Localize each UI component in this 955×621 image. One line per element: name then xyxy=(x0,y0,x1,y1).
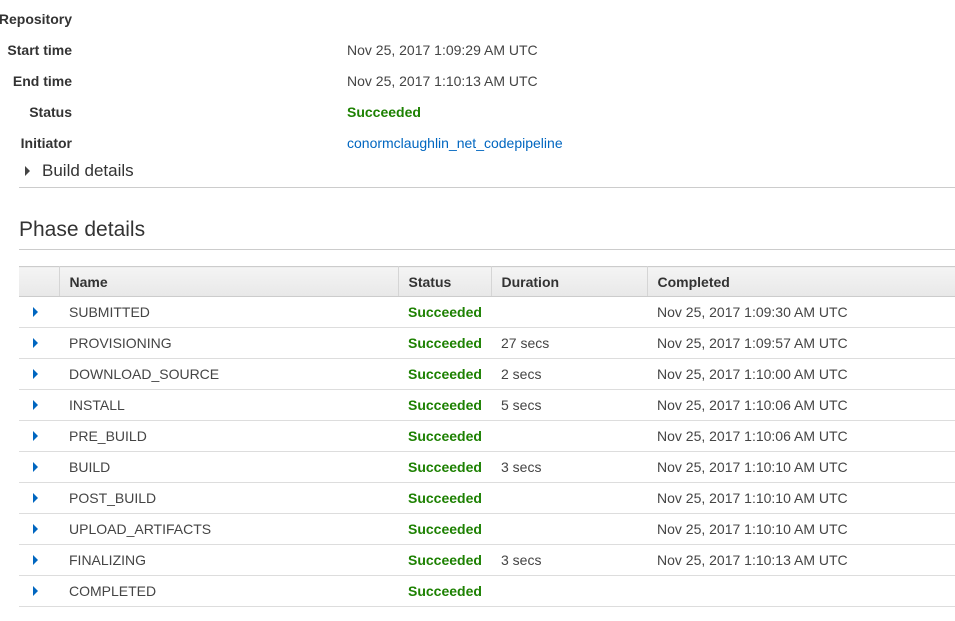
phase-name: PRE_BUILD xyxy=(59,420,398,452)
phase-duration: 3 secs xyxy=(491,451,647,483)
caret-right-icon xyxy=(32,431,38,441)
expand-row-button[interactable] xyxy=(19,544,59,576)
phase-name: FINALIZING xyxy=(59,544,398,576)
phase-name: POST_BUILD xyxy=(59,482,398,514)
phase-completed: Nov 25, 2017 1:10:10 AM UTC xyxy=(647,482,955,514)
status-value: Succeeded xyxy=(347,104,421,120)
name-column-header[interactable]: Name xyxy=(59,266,399,297)
phase-completed: Nov 25, 2017 1:10:00 AM UTC xyxy=(647,358,955,390)
status-row: Status Succeeded xyxy=(0,97,700,128)
phase-details-table: Name Status Duration Completed SUBMITTED… xyxy=(19,266,955,607)
expand-row-button[interactable] xyxy=(19,420,59,452)
expand-row-button[interactable] xyxy=(19,451,59,483)
initiator-row: Initiator conormclaughlin_net_codepipeli… xyxy=(0,128,700,159)
table-row: BUILD Succeeded 3 secs Nov 25, 2017 1:10… xyxy=(19,451,955,483)
phase-status: Succeeded xyxy=(398,451,491,483)
expand-row-button[interactable] xyxy=(19,327,59,359)
caret-right-icon xyxy=(32,586,38,596)
end-time-value: Nov 25, 2017 1:10:13 AM UTC xyxy=(347,73,538,89)
phase-name: SUBMITTED xyxy=(59,296,398,328)
end-time-label: End time xyxy=(12,73,72,89)
phase-duration xyxy=(491,420,647,452)
caret-right-icon xyxy=(32,493,38,503)
expand-row-button[interactable] xyxy=(19,513,59,545)
phase-name: UPLOAD_ARTIFACTS xyxy=(59,513,398,545)
table-row: DOWNLOAD_SOURCE Succeeded 2 secs Nov 25,… xyxy=(19,358,955,390)
table-row: SUBMITTED Succeeded Nov 25, 2017 1:09:30… xyxy=(19,296,955,328)
phase-status: Succeeded xyxy=(398,389,491,421)
end-time-row: End time Nov 25, 2017 1:10:13 AM UTC xyxy=(0,66,700,97)
phase-duration xyxy=(491,296,647,328)
expand-row-button[interactable] xyxy=(19,575,59,607)
divider xyxy=(19,249,955,250)
table-row: INSTALL Succeeded 5 secs Nov 25, 2017 1:… xyxy=(19,389,955,421)
phase-name: INSTALL xyxy=(59,389,398,421)
phase-status: Succeeded xyxy=(398,420,491,452)
caret-right-icon xyxy=(32,555,38,565)
caret-right-icon xyxy=(32,338,38,348)
phase-completed: Nov 25, 2017 1:09:57 AM UTC xyxy=(647,327,955,359)
phase-duration xyxy=(491,575,647,607)
phase-status: Succeeded xyxy=(398,482,491,514)
start-time-row: Start time Nov 25, 2017 1:09:29 AM UTC xyxy=(0,35,700,66)
status-column-header[interactable]: Status xyxy=(398,266,492,297)
phase-details-title: Phase details xyxy=(19,218,146,241)
caret-right-icon xyxy=(32,369,38,379)
phase-completed: Nov 25, 2017 1:10:13 AM UTC xyxy=(647,544,955,576)
phase-duration: 27 secs xyxy=(491,327,647,359)
table-row: FINALIZING Succeeded 3 secs Nov 25, 2017… xyxy=(19,544,955,576)
caret-right-icon xyxy=(32,462,38,472)
phase-name: BUILD xyxy=(59,451,398,483)
table-row: UPLOAD_ARTIFACTS Succeeded Nov 25, 2017 … xyxy=(19,513,955,545)
start-time-label: Start time xyxy=(7,42,72,58)
expand-row-button[interactable] xyxy=(19,358,59,390)
phase-completed: Nov 25, 2017 1:10:06 AM UTC xyxy=(647,420,955,452)
phase-completed: Nov 25, 2017 1:10:10 AM UTC xyxy=(647,513,955,545)
build-details-label: Build details xyxy=(42,161,134,180)
start-time-value: Nov 25, 2017 1:09:29 AM UTC xyxy=(347,42,538,58)
initiator-label: Initiator xyxy=(20,135,72,151)
duration-column-header[interactable]: Duration xyxy=(491,266,648,297)
phase-name: DOWNLOAD_SOURCE xyxy=(59,358,398,390)
phase-name: PROVISIONING xyxy=(59,327,398,359)
caret-right-icon xyxy=(32,400,38,410)
phase-status: Succeeded xyxy=(398,575,491,607)
phase-duration xyxy=(491,482,647,514)
table-row: COMPLETED Succeeded xyxy=(19,575,955,607)
expand-row-button[interactable] xyxy=(19,389,59,421)
phase-name: COMPLETED xyxy=(59,575,398,607)
completed-column-header[interactable]: Completed xyxy=(647,266,955,297)
expand-row-button[interactable] xyxy=(19,296,59,328)
phase-status: Succeeded xyxy=(398,544,491,576)
initiator-link[interactable]: conormclaughlin_net_codepipeline xyxy=(347,128,563,159)
table-row: PRE_BUILD Succeeded Nov 25, 2017 1:10:06… xyxy=(19,420,955,452)
phase-duration: 5 secs xyxy=(491,389,647,421)
build-details-toggle[interactable]: Build details xyxy=(19,156,955,188)
phase-status: Succeeded xyxy=(398,513,491,545)
phase-duration: 3 secs xyxy=(491,544,647,576)
phase-status: Succeeded xyxy=(398,358,491,390)
caret-right-icon xyxy=(32,307,38,317)
status-label: Status xyxy=(29,104,72,120)
table-row: PROVISIONING Succeeded 27 secs Nov 25, 2… xyxy=(19,327,955,359)
phase-completed: Nov 25, 2017 1:09:30 AM UTC xyxy=(647,296,955,328)
phase-status: Succeeded xyxy=(398,296,491,328)
phase-completed: Nov 25, 2017 1:10:10 AM UTC xyxy=(647,451,955,483)
expand-column-header xyxy=(19,266,60,297)
caret-right-icon xyxy=(25,166,30,176)
phase-duration: 2 secs xyxy=(491,358,647,390)
phase-duration xyxy=(491,513,647,545)
expand-row-button[interactable] xyxy=(19,482,59,514)
phase-status: Succeeded xyxy=(398,327,491,359)
repository-label: Repository xyxy=(0,11,72,27)
phase-completed xyxy=(647,575,955,607)
phase-completed: Nov 25, 2017 1:10:06 AM UTC xyxy=(647,389,955,421)
repository-row: Repository xyxy=(0,4,700,35)
caret-right-icon xyxy=(32,524,38,534)
table-row: POST_BUILD Succeeded Nov 25, 2017 1:10:1… xyxy=(19,482,955,514)
table-header-row: Name Status Duration Completed xyxy=(19,266,955,297)
